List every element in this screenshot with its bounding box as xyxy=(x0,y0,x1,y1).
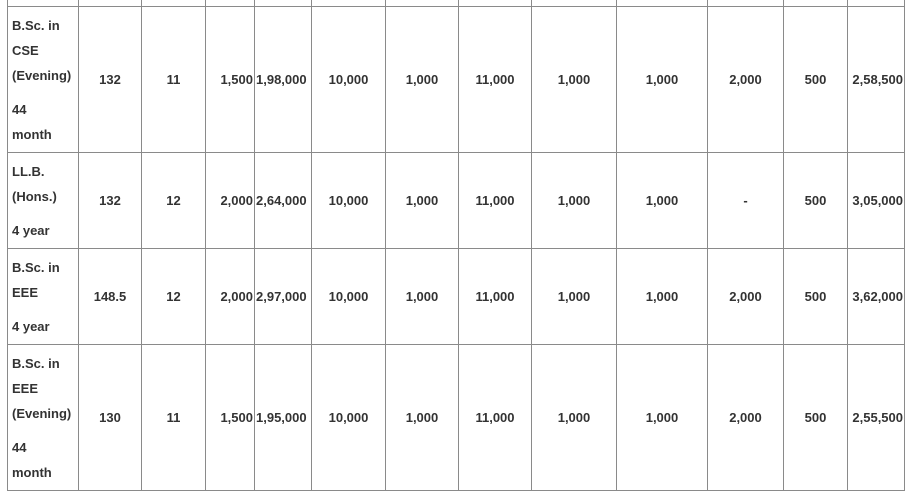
table-cell: 2,64,000 xyxy=(254,152,312,249)
program-cell: B.Sc. in EEE (Evening) 44 month xyxy=(7,344,79,491)
table-cell: 11 xyxy=(141,344,206,491)
table-cell: 2,000 xyxy=(205,152,255,249)
table-cell: 11,000 xyxy=(458,248,532,345)
program-name-line: B.Sc. in xyxy=(12,355,60,371)
table-cell: 1,000 xyxy=(385,248,459,345)
table-cell: 11,000 xyxy=(458,344,532,491)
table-cell: 500 xyxy=(783,344,848,491)
fee-table: B.Sc. in CSE (Evening) 44 month 132 11 1… xyxy=(7,0,905,491)
table-cell: 2,000 xyxy=(205,248,255,345)
table-cell: 1,500 xyxy=(205,6,255,153)
table-cell: 1,000 xyxy=(531,6,617,153)
table-cell: 3,05,000 xyxy=(847,152,905,249)
table-cell: 10,000 xyxy=(311,344,386,491)
program-name-line: EEE xyxy=(12,380,39,396)
table-cell: 2,58,500 xyxy=(847,6,905,153)
table-cell: 11 xyxy=(141,6,206,153)
table-cell: 500 xyxy=(783,6,848,153)
table-cell: 148.5 xyxy=(78,248,142,345)
table-cell: 1,000 xyxy=(616,6,708,153)
table-cell: 1,000 xyxy=(616,248,708,345)
program-name-line: B.Sc. in xyxy=(12,17,60,33)
table-cell: 3,62,000 xyxy=(847,248,905,345)
program-name-line: CSE xyxy=(12,42,39,58)
program-name-line: (Hons.) xyxy=(12,188,57,204)
table-cell: 1,000 xyxy=(616,152,708,249)
table-row: B.Sc. in CSE (Evening) 44 month 132 11 1… xyxy=(7,6,905,153)
table-cell: 1,000 xyxy=(531,248,617,345)
table-row: B.Sc. in EEE 4 year 148.5 12 2,000 2,97,… xyxy=(7,248,905,345)
table-cell: 2,000 xyxy=(707,248,784,345)
program-name-line: LL.B. xyxy=(12,163,45,179)
table-cell: 10,000 xyxy=(311,152,386,249)
table-cell: 1,000 xyxy=(531,152,617,249)
table-cell: 500 xyxy=(783,248,848,345)
program-duration-line: month xyxy=(12,464,52,480)
program-duration-line: 4 year xyxy=(12,318,50,334)
table-cell: 1,95,000 xyxy=(254,344,312,491)
table-cell: - xyxy=(707,152,784,249)
table-cell: 10,000 xyxy=(311,248,386,345)
table-cell: 2,000 xyxy=(707,6,784,153)
table-cell: 2,55,500 xyxy=(847,344,905,491)
table-cell: 1,000 xyxy=(385,152,459,249)
program-cell: B.Sc. in CSE (Evening) 44 month xyxy=(7,6,79,153)
table-cell: 130 xyxy=(78,344,142,491)
program-name-line: (Evening) xyxy=(12,67,72,83)
table-row: LL.B. (Hons.) 4 year 132 12 2,000 2,64,0… xyxy=(7,152,905,249)
program-duration-line: 44 xyxy=(12,439,27,455)
table-cell: 12 xyxy=(141,152,206,249)
table-cell: 132 xyxy=(78,6,142,153)
table-cell: 1,500 xyxy=(205,344,255,491)
program-name-line: EEE xyxy=(12,284,39,300)
table-cell: 500 xyxy=(783,152,848,249)
program-duration-line: 44 xyxy=(12,101,27,117)
program-duration-line: month xyxy=(12,126,52,142)
table-cell: 1,000 xyxy=(385,344,459,491)
table-cell: 132 xyxy=(78,152,142,249)
table-cell: 1,000 xyxy=(616,344,708,491)
table-cell: 1,000 xyxy=(385,6,459,153)
program-name-line: (Evening) xyxy=(12,405,72,421)
table-cell: 10,000 xyxy=(311,6,386,153)
program-cell: B.Sc. in EEE 4 year xyxy=(7,248,79,345)
table-cell: 12 xyxy=(141,248,206,345)
table-row: B.Sc. in EEE (Evening) 44 month 130 11 1… xyxy=(7,344,905,491)
table-cell: 1,000 xyxy=(531,344,617,491)
table-cell: 11,000 xyxy=(458,6,532,153)
program-cell: LL.B. (Hons.) 4 year xyxy=(7,152,79,249)
program-duration-line: 4 year xyxy=(12,222,50,238)
table-cell: 11,000 xyxy=(458,152,532,249)
table-cell: 2,000 xyxy=(707,344,784,491)
table-cell: 1,98,000 xyxy=(254,6,312,153)
table-cell: 2,97,000 xyxy=(254,248,312,345)
program-name-line: B.Sc. in xyxy=(12,259,60,275)
